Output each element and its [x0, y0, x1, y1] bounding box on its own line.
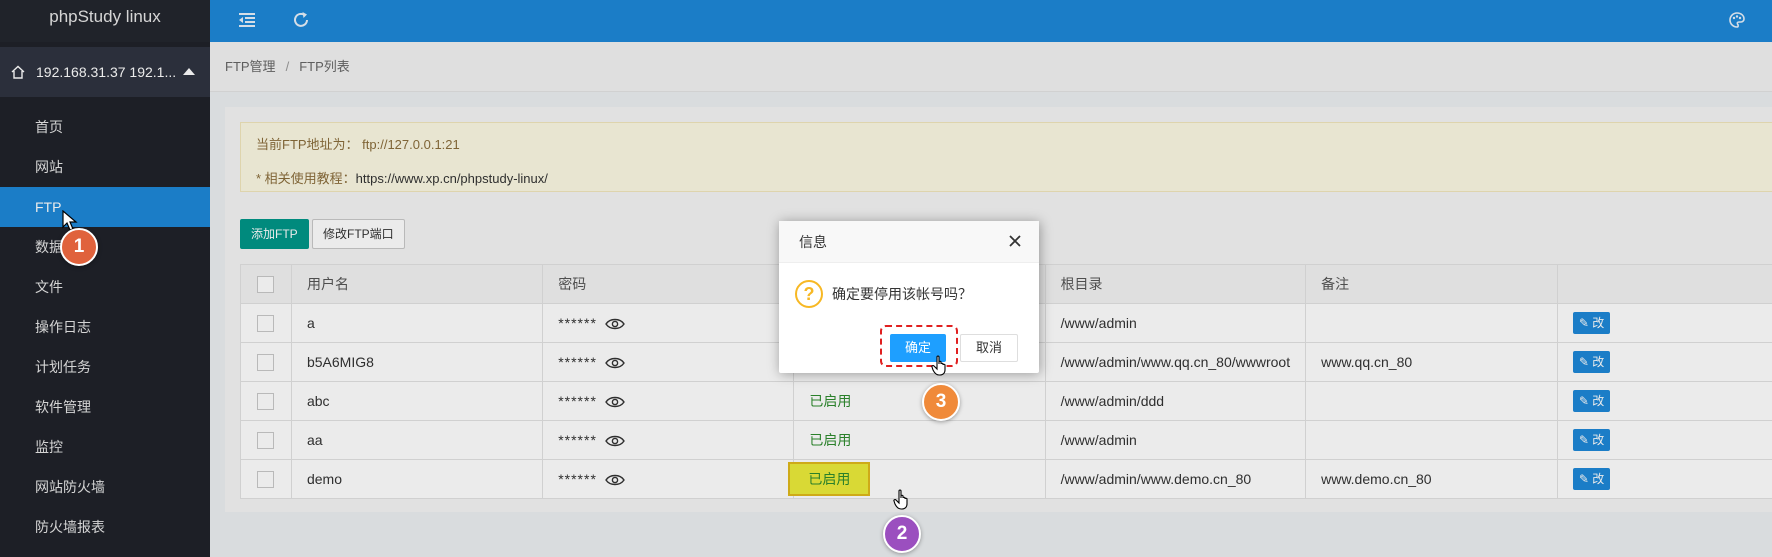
step-badge-3: 3	[922, 383, 960, 421]
question-icon: ?	[795, 280, 823, 308]
close-icon[interactable]	[1007, 233, 1023, 249]
svg-text:?: ?	[804, 284, 815, 304]
dialog-message-text: 确定要停用该帐号吗？	[832, 286, 972, 302]
confirm-dialog: 信息 ? 确定要停用该帐号吗？ 确定 取消	[779, 221, 1039, 373]
hand-cursor-icon	[931, 355, 946, 376]
hand-cursor-icon	[893, 489, 908, 510]
dialog-message: ? 确定要停用该帐号吗？	[794, 279, 972, 309]
dialog-title: 信息	[779, 221, 1039, 263]
cancel-button[interactable]: 取消	[960, 334, 1019, 362]
step-badge-2: 2	[883, 515, 921, 553]
step-badge-1: 1	[60, 228, 98, 266]
